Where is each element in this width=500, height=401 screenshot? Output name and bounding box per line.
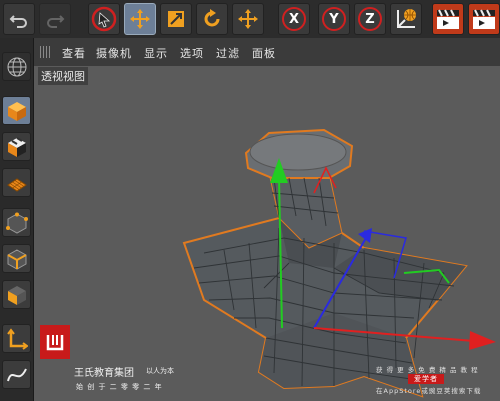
clapperboard-play-icon xyxy=(473,9,495,29)
rotate-icon xyxy=(204,9,220,27)
left-tool-sidebar xyxy=(0,38,34,401)
x-axis-arrow xyxy=(469,331,496,350)
lock-z-axis-button[interactable]: Z xyxy=(354,3,386,35)
redo-icon xyxy=(47,15,65,28)
sidebar-edges-mode[interactable] xyxy=(2,244,31,273)
sidebar-polygons-mode[interactable] xyxy=(2,280,31,309)
y-axis-icon: Y xyxy=(322,7,346,31)
cube-model-icon xyxy=(7,101,26,121)
select-tool-button[interactable] xyxy=(88,3,120,35)
move-arrows-icon xyxy=(130,9,150,29)
top-toolbar: X Y Z xyxy=(0,0,500,39)
promo-app-name: 爱学者 xyxy=(408,374,444,384)
sidebar-model-mode[interactable] xyxy=(2,96,31,125)
promo-bottom-text: 在AppStore或豌豆荚搜索下载 xyxy=(376,387,482,395)
brand-name: 王氏教育集团 xyxy=(74,368,134,379)
undo-icon xyxy=(9,15,27,28)
sidebar-axis-mode[interactable] xyxy=(2,324,31,353)
star-cap-top xyxy=(249,133,347,171)
promo-top-text: 获 得 更 多 免 费 精 品 教 程 xyxy=(376,366,479,374)
render-to-picture-viewer-button[interactable] xyxy=(468,3,500,35)
brand-logo xyxy=(40,325,70,359)
z-axis-icon: Z xyxy=(358,7,382,31)
lock-x-axis-button[interactable]: X xyxy=(278,3,310,35)
wireframe-sphere-icon xyxy=(7,57,26,76)
scale-icon xyxy=(168,11,184,27)
sidebar-sphere-tool[interactable] xyxy=(2,52,31,81)
checker-cube-icon xyxy=(7,136,26,157)
sidebar-spline-tool[interactable] xyxy=(2,360,31,389)
sidebar-texture-mode[interactable] xyxy=(2,132,31,161)
grid-plane-icon xyxy=(6,177,27,192)
render-view-button[interactable] xyxy=(432,3,464,35)
edges-cube-icon xyxy=(7,248,26,270)
rotate-tool-button[interactable] xyxy=(196,3,228,35)
brand-tagline: 始 创 于 二 零 零 二 年 xyxy=(76,383,163,391)
x-axis-icon: X xyxy=(282,7,306,31)
transform-cross-icon xyxy=(238,9,258,29)
brand-motto: 以人为本 xyxy=(146,367,174,375)
clapperboard-icon xyxy=(437,9,459,29)
polygons-cube-icon xyxy=(7,285,26,305)
axis-corner-icon xyxy=(6,327,28,350)
redo-button[interactable] xyxy=(39,3,71,35)
scale-tool-button[interactable] xyxy=(160,3,192,35)
move-tool-button[interactable] xyxy=(124,3,156,35)
points-cube-icon xyxy=(5,212,28,234)
perspective-viewport[interactable]: 查看 摄像机 显示 选项 过滤 面板 透视视图 王氏教育集团 以人为本 始 创 … xyxy=(34,38,500,401)
sidebar-points-mode[interactable] xyxy=(2,208,31,237)
world-axis-icon xyxy=(397,9,416,28)
transform-tool-button[interactable] xyxy=(232,3,264,35)
star-mesh-model[interactable] xyxy=(34,38,500,401)
cursor-select-icon xyxy=(91,6,117,32)
undo-button[interactable] xyxy=(3,3,35,35)
world-coordinates-button[interactable] xyxy=(390,3,422,35)
spline-curve-icon xyxy=(6,368,27,381)
brand-logo-icon xyxy=(46,335,64,351)
lock-y-axis-button[interactable]: Y xyxy=(318,3,350,35)
sidebar-workplane-mode[interactable] xyxy=(2,168,31,197)
